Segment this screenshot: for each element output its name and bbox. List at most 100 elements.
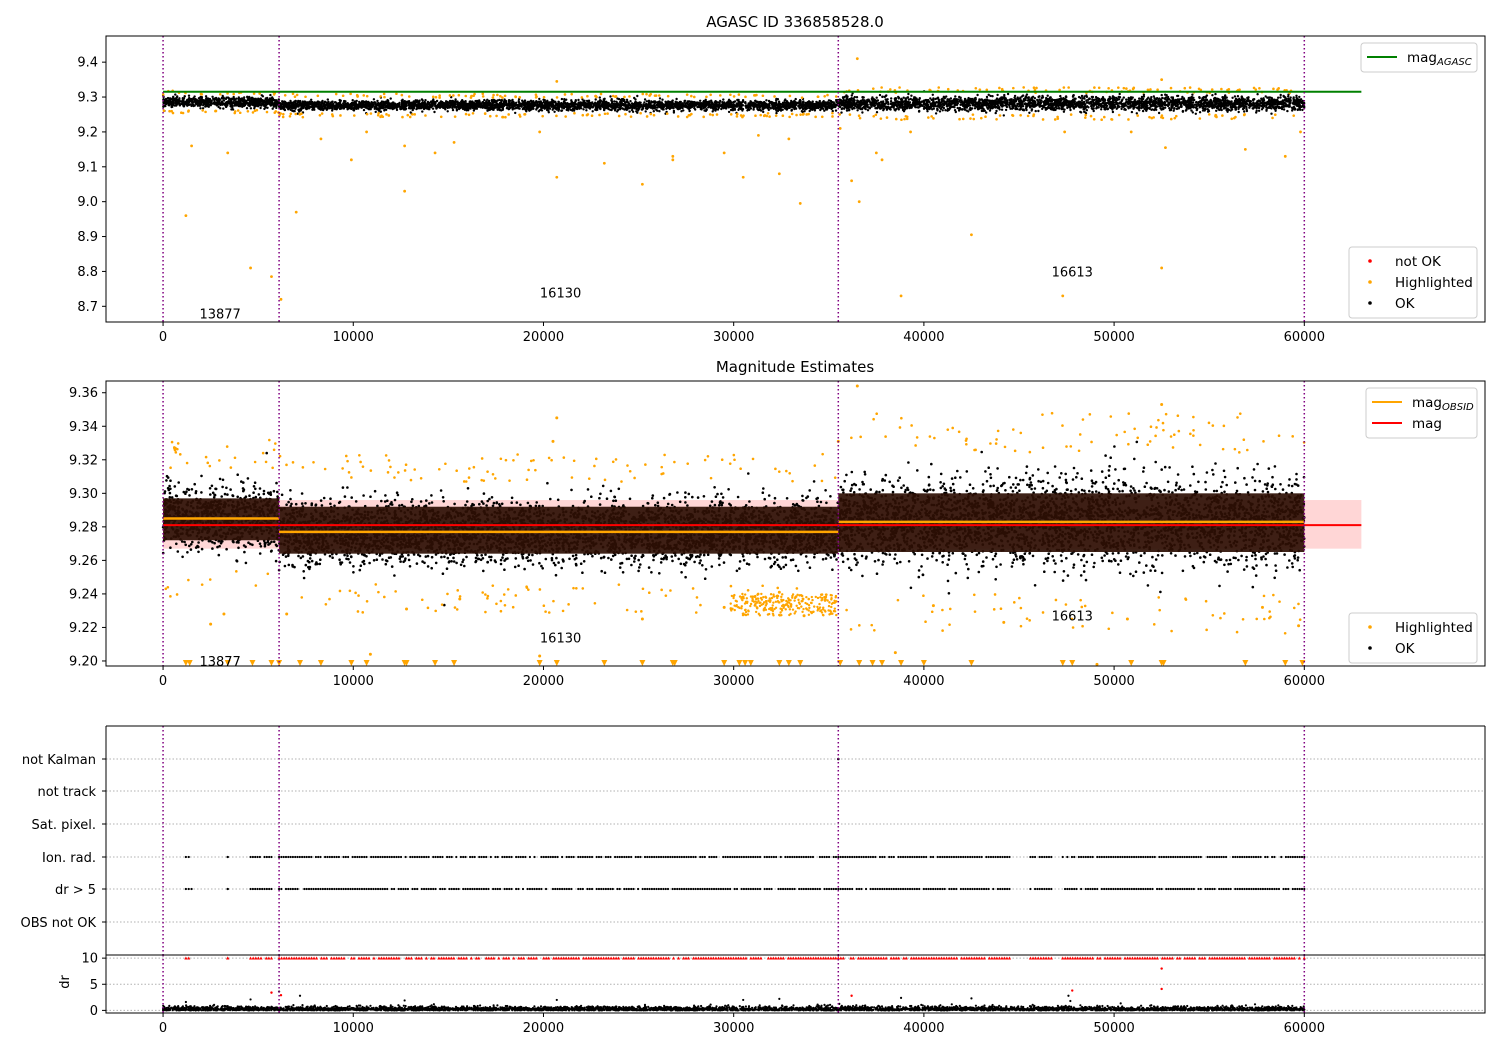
- ok-point: [347, 103, 350, 106]
- ok-point: [361, 100, 365, 103]
- ok-point: [819, 108, 822, 112]
- ok-point: [303, 101, 306, 104]
- ok-point: [747, 106, 751, 110]
- ok-point: [631, 110, 635, 114]
- ok-point: [406, 100, 410, 103]
- ok-point: [508, 102, 511, 105]
- ok-point: [415, 107, 418, 111]
- ok-point: [187, 94, 191, 97]
- ok-point: [1046, 94, 1049, 97]
- ok-point: [995, 109, 998, 113]
- ok-point: [733, 105, 737, 108]
- ok-point: [172, 101, 175, 105]
- ok-point: [613, 100, 616, 103]
- ok-point: [221, 94, 224, 98]
- ok-point: [585, 109, 588, 112]
- ok-point: [451, 104, 454, 107]
- ok-point: [802, 107, 805, 110]
- ok-point: [535, 100, 538, 103]
- ok-point: [434, 105, 438, 108]
- ok-point: [569, 108, 573, 112]
- ok-point: [454, 98, 457, 101]
- ok-point: [369, 108, 372, 111]
- ok-point: [666, 103, 669, 106]
- ok-point: [748, 102, 752, 105]
- ok-point: [529, 99, 533, 103]
- ok-point: [349, 107, 352, 110]
- ok-point: [204, 99, 207, 102]
- ok-point: [215, 101, 218, 105]
- ok-point: [566, 107, 569, 110]
- ok-point: [826, 103, 829, 107]
- ok-point: [746, 109, 749, 112]
- ok-point: [620, 102, 623, 105]
- ok-point: [233, 104, 236, 107]
- ok-point: [241, 103, 244, 107]
- ok-point: [572, 103, 575, 106]
- ok-point: [374, 105, 377, 109]
- ok-point: [799, 99, 802, 103]
- ok-point: [762, 110, 765, 114]
- ok-point: [164, 101, 168, 104]
- ok-point: [324, 106, 327, 110]
- ok-point: [372, 98, 376, 101]
- ok-point: [174, 99, 177, 103]
- ok-point: [802, 100, 805, 103]
- ok-point: [594, 101, 597, 104]
- ok-point: [716, 108, 720, 111]
- ok-point: [469, 102, 472, 105]
- ok-point: [694, 108, 697, 111]
- ok-point: [522, 106, 525, 110]
- ok-point: [778, 108, 781, 111]
- ok-point: [423, 100, 426, 104]
- ok-point: [491, 99, 494, 102]
- ok-point: [495, 106, 498, 109]
- ok-point: [309, 105, 312, 109]
- ok-point: [339, 99, 342, 102]
- ok-point: [420, 98, 424, 101]
- ok-point: [499, 99, 503, 102]
- ok-point: [655, 101, 658, 104]
- ok-point: [500, 104, 503, 107]
- ok-point: [329, 105, 332, 108]
- ok-point: [767, 99, 771, 103]
- ok-point: [249, 107, 253, 110]
- ok-point: [737, 108, 740, 112]
- ok-point: [411, 108, 414, 112]
- ok-point: [282, 107, 285, 111]
- ok-point: [181, 102, 184, 106]
- ok-point: [451, 108, 455, 112]
- ok-point: [784, 104, 787, 108]
- ok-point: [544, 106, 547, 110]
- ok-point: [576, 105, 579, 108]
- ok-point: [382, 100, 385, 104]
- ok-point: [304, 103, 308, 106]
- ok-point: [607, 107, 610, 110]
- ok-point: [570, 99, 573, 102]
- ok-point: [374, 110, 377, 114]
- ok-point: [720, 107, 723, 111]
- ok-point: [502, 104, 506, 108]
- ok-point: [772, 104, 775, 108]
- ok-point: [1243, 110, 1246, 113]
- ok-point: [271, 97, 275, 100]
- ok-point: [907, 92, 910, 96]
- ok-point: [192, 104, 195, 107]
- ok-point: [565, 102, 568, 105]
- ok-point: [503, 98, 506, 101]
- ok-point: [775, 111, 778, 115]
- ok-point: [343, 100, 346, 104]
- ok-point: [994, 111, 997, 115]
- ok-point: [493, 103, 497, 107]
- ok-point: [707, 100, 710, 104]
- ok-point: [609, 108, 612, 112]
- ok-point: [796, 101, 800, 105]
- ok-point: [519, 104, 522, 108]
- ok-point: [373, 101, 376, 104]
- ok-point: [451, 106, 454, 110]
- ok-point: [594, 98, 597, 101]
- ok-point: [386, 101, 389, 105]
- ok-point: [218, 98, 221, 101]
- ok-point: [741, 109, 744, 112]
- ok-point: [429, 105, 432, 108]
